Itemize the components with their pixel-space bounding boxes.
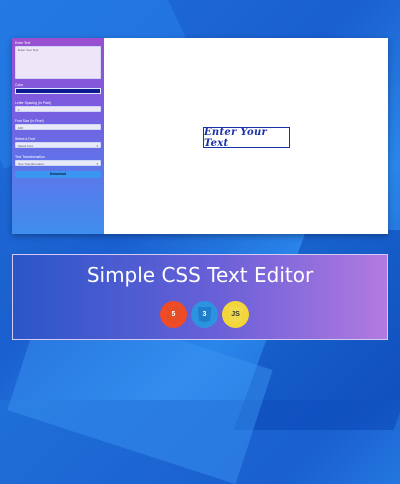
chevron-down-icon: ▾ [96, 144, 98, 148]
font-select-label: Select A Font [15, 137, 35, 141]
transform-select[interactable]: Text Transformation ▾ [15, 160, 101, 166]
font-select-value: Select Font [18, 144, 34, 148]
css3-icon: 3 [191, 301, 218, 328]
text-preview: Enter Your Text [203, 127, 290, 149]
title-banner: Simple CSS Text Editor 5 3 JS [12, 254, 388, 340]
html5-icon: 5 [160, 301, 187, 328]
color-picker[interactable] [15, 88, 101, 94]
font-size-label: Font Size (In Pixel) [15, 119, 44, 123]
font-select[interactable]: Select Font ▾ [15, 142, 101, 148]
editor-screenshot: Enter Text Enter Your Text Color Letter … [12, 38, 388, 234]
letter-spacing-label: Letter Spacing (In Pixel) [15, 101, 52, 105]
font-size-input[interactable]: 100 [15, 124, 101, 130]
controls-panel: Enter Text Enter Your Text Color Letter … [12, 38, 104, 234]
text-input[interactable]: Enter Your Text [15, 46, 101, 79]
banner-title: Simple CSS Text Editor [86, 263, 314, 287]
transform-label: Text Transformation [15, 155, 45, 159]
chevron-down-icon: ▾ [96, 162, 98, 166]
enter-text-label: Enter Text [15, 41, 31, 45]
color-label: Color [15, 83, 24, 87]
letter-spacing-input[interactable]: 1 [15, 106, 101, 112]
download-button[interactable]: Download [15, 171, 101, 178]
js-icon: JS [222, 301, 249, 328]
transform-select-value: Text Transformation [18, 162, 45, 166]
